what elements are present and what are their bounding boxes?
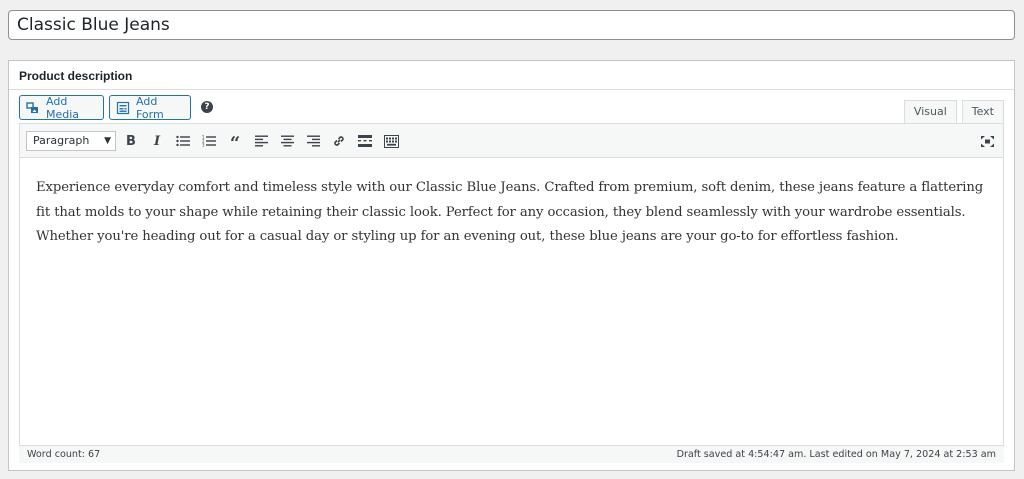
- add-media-button[interactable]: Add Media: [19, 94, 104, 121]
- product-description-box: Product description Add Media Add Form ?…: [8, 60, 1015, 471]
- editor-area: Paragraph ▼ B I 123 “ Experience everyda…: [19, 123, 1004, 463]
- help-icon[interactable]: ?: [201, 101, 213, 113]
- description-paragraph: Experience everyday comfort and timeless…: [36, 180, 984, 244]
- italic-button[interactable]: I: [147, 131, 167, 151]
- format-select[interactable]: Paragraph ▼: [26, 131, 116, 151]
- editor-toolbar: Paragraph ▼ B I 123 “: [20, 124, 1003, 158]
- numbered-list-icon[interactable]: 123: [199, 131, 219, 151]
- add-media-icon: [26, 101, 40, 115]
- tab-text[interactable]: Text: [961, 100, 1004, 123]
- product-title-input[interactable]: [8, 10, 1015, 40]
- format-select-value: Paragraph: [33, 134, 90, 147]
- postbox-heading: Product description: [9, 61, 1014, 90]
- editor-tabs: Visual Text: [899, 100, 1004, 123]
- media-buttons: Add Media Add Form ?: [19, 94, 1004, 121]
- tab-visual[interactable]: Visual: [903, 100, 957, 123]
- toolbar-toggle-icon[interactable]: [381, 131, 401, 151]
- add-form-label: Add Form: [136, 94, 164, 121]
- bulleted-list-icon[interactable]: [173, 131, 193, 151]
- read-more-icon[interactable]: [355, 131, 375, 151]
- chevron-down-icon: ▼: [104, 136, 111, 146]
- blockquote-icon[interactable]: “: [225, 131, 245, 154]
- editor-status-bar: Word count: 67 Draft saved at 4:54:47 am…: [19, 445, 1004, 463]
- fullscreen-icon[interactable]: [977, 131, 997, 151]
- form-icon: [116, 101, 130, 115]
- editor-content[interactable]: Experience everyday comfort and timeless…: [20, 158, 1003, 268]
- align-left-icon[interactable]: [251, 131, 271, 151]
- insert-link-icon[interactable]: [329, 131, 349, 151]
- align-center-icon[interactable]: [277, 131, 297, 151]
- add-media-label: Add Media: [46, 94, 80, 121]
- word-count: Word count: 67: [27, 449, 101, 460]
- autosave-status: Draft saved at 4:54:47 am. Last edited o…: [676, 449, 996, 460]
- svg-text:3: 3: [202, 143, 205, 148]
- bold-button[interactable]: B: [121, 131, 141, 151]
- align-right-icon[interactable]: [303, 131, 323, 151]
- add-form-button[interactable]: Add Form: [109, 94, 191, 121]
